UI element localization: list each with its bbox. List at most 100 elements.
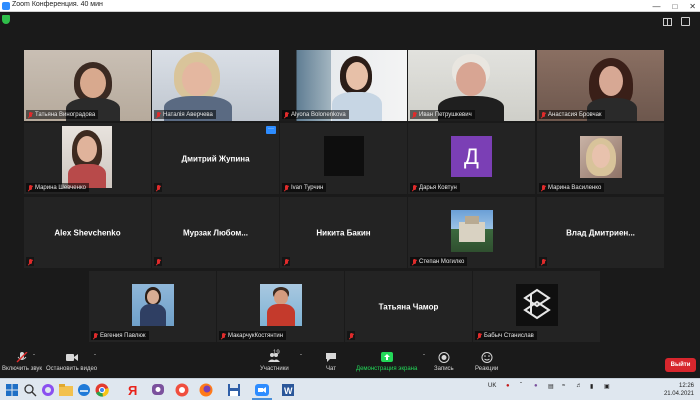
muted-mic-icon — [156, 258, 161, 265]
title-bar: Zoom Конференция. 40 мин — □ ✕ — [0, 0, 700, 12]
participant-tile[interactable]: Дмитрий Жупина ··· — [152, 123, 279, 194]
participant-photo — [324, 136, 364, 176]
participant-tile[interactable]: Анастасия Бровчак — [537, 50, 664, 121]
window-controls: — □ ✕ — [652, 0, 696, 12]
participant-tile[interactable]: Никита Бакин — [280, 197, 407, 268]
participant-name-label — [539, 257, 547, 266]
participant-tile[interactable]: МакарчукКостянтин — [217, 271, 344, 342]
zoom-icon[interactable] — [254, 382, 270, 398]
zoom-meeting-window: Zoom Конференция. 40 мин — □ ✕ Татьяна В… — [0, 0, 700, 400]
muted-mic-icon — [349, 332, 354, 339]
yandex-browser-icon[interactable] — [174, 382, 190, 398]
participant-tile-active-speaker[interactable]: Иван Петрушкевич — [408, 50, 535, 121]
network-icon[interactable]: ▤ — [548, 383, 554, 390]
participant-display-name: Татьяна Чамор — [378, 302, 439, 311]
participant-tile[interactable]: Евгения Павлюк — [89, 271, 216, 342]
participant-tile[interactable]: Д Дарья Ковтун — [408, 123, 535, 194]
chrome-icon[interactable] — [94, 382, 110, 398]
save-icon[interactable] — [226, 382, 242, 398]
participant-tile[interactable]: Татьяна Виноградова — [24, 50, 151, 121]
viber-tray-icon[interactable]: ● — [534, 383, 538, 389]
participant-tile[interactable]: Татьяна Чамор — [345, 271, 472, 342]
muted-mic-icon — [412, 111, 417, 118]
gallery-view-icon[interactable] — [663, 18, 672, 26]
muted-mic-icon — [28, 111, 33, 118]
word-icon[interactable]: W — [280, 382, 296, 398]
participant-name-label — [154, 257, 162, 266]
participant-tile[interactable]: Наталія Аверчева — [152, 50, 279, 121]
notification-icon[interactable]: ▣ — [604, 383, 610, 390]
language-indicator[interactable]: UK — [488, 383, 496, 389]
participant-display-name: Никита Бакин — [316, 228, 371, 237]
windows-icon[interactable] — [4, 382, 20, 398]
participant-name-label: Марина Василенко — [539, 183, 605, 192]
chevron-up-icon[interactable]: ˆ — [520, 383, 522, 389]
meeting-toolbar: Включить звук ˆ Остановить видео ˆ 19 Уч… — [0, 350, 700, 378]
wifi-icon[interactable]: ≈ — [562, 383, 565, 389]
participant-tile[interactable]: Влад Дмитриен... — [537, 197, 664, 268]
participant-display-name: Мурзак Любом... — [183, 228, 248, 237]
fullscreen-icon[interactable] — [681, 17, 690, 26]
minimize-icon[interactable]: — — [652, 2, 660, 11]
participant-name-label: Бабыч Станислав — [475, 331, 537, 340]
participants-button[interactable]: 19 Участники — [260, 350, 289, 372]
participant-name-label — [26, 257, 34, 266]
system-clock[interactable]: 12:26 21.04.2021 — [664, 382, 694, 398]
maximize-icon[interactable]: □ — [672, 2, 677, 11]
muted-mic-icon — [412, 258, 417, 265]
participant-name-label — [282, 257, 290, 266]
more-options-button[interactable]: ··· — [266, 126, 276, 134]
participant-name-label — [347, 331, 355, 340]
muted-mic-icon — [28, 184, 33, 191]
participant-tile[interactable]: Ivan Турчин — [280, 123, 407, 194]
muted-mic-icon — [284, 258, 289, 265]
participant-tile[interactable]: Марина Василенко — [537, 123, 664, 194]
clock-time: 12:26 — [678, 383, 694, 389]
chevron-up-icon[interactable]: ˆ — [300, 355, 302, 361]
record-button[interactable]: Запись — [434, 352, 454, 372]
muted-mic-icon — [93, 332, 98, 339]
participant-name-label: Ivan Турчин — [282, 183, 327, 192]
yandex-icon[interactable]: Я — [124, 382, 140, 398]
muted-mic-icon — [284, 111, 289, 118]
close-icon[interactable]: ✕ — [689, 2, 696, 11]
file-explorer-icon[interactable] — [58, 382, 74, 398]
yandex-tray-icon[interactable]: ● — [506, 383, 510, 389]
muted-mic-icon — [16, 352, 28, 363]
viber-icon[interactable] — [150, 382, 166, 398]
share-screen-button[interactable]: Демонстрация экрана — [356, 352, 417, 372]
stop-video-button[interactable]: Остановить видео — [46, 352, 97, 372]
unmute-button[interactable]: Включить звук — [2, 352, 42, 372]
security-shield-icon[interactable] — [2, 15, 10, 24]
alice-icon[interactable] — [40, 382, 56, 398]
chevron-up-icon[interactable]: ˆ — [94, 355, 96, 361]
participant-photo — [62, 126, 112, 188]
stop-video-label: Остановить видео — [46, 366, 98, 372]
participant-name-label: МакарчукКостянтин — [219, 331, 287, 340]
participant-tile[interactable]: Бабыч Станислав — [473, 271, 600, 342]
leave-meeting-button[interactable]: Выйти — [665, 358, 696, 372]
participant-name-label: Степан Могилко — [410, 257, 468, 266]
participant-name-label: Наталія Аверчева — [154, 110, 216, 119]
chevron-up-icon[interactable]: ˆ — [33, 355, 35, 361]
participant-tile[interactable]: Alyona Bolonenkova — [280, 50, 407, 121]
chevron-up-icon[interactable]: ˆ — [423, 355, 425, 361]
muted-mic-icon — [412, 184, 417, 191]
participant-tile[interactable]: Мурзак Любом... — [152, 197, 279, 268]
participant-name-label: Дарья Ковтун — [410, 183, 460, 192]
window-title: Zoom Конференция. 40 мин — [12, 1, 103, 8]
firefox-icon[interactable] — [198, 382, 214, 398]
record-label: Запись — [434, 366, 454, 372]
volume-icon[interactable]: ♬ — [576, 383, 582, 389]
battery-icon[interactable]: ▮ — [590, 383, 593, 390]
windows-taskbar: Я W UK ● ˆ ● ▤ ≈ ♬ ▮ ▣ 12:26 21.04.2021 — [0, 378, 700, 400]
participant-tile[interactable]: Alex Shevchenko — [24, 197, 151, 268]
participant-tile[interactable]: Степан Могилко — [408, 197, 535, 268]
edge-icon[interactable] — [76, 382, 92, 398]
reactions-button[interactable]: Реакции — [475, 352, 498, 372]
muted-mic-icon — [156, 111, 161, 118]
search-icon[interactable] — [22, 382, 38, 398]
chat-button[interactable]: Чат — [325, 352, 337, 372]
participant-tile[interactable]: Марина Шевченко — [24, 123, 151, 194]
participant-name-label — [154, 183, 162, 192]
